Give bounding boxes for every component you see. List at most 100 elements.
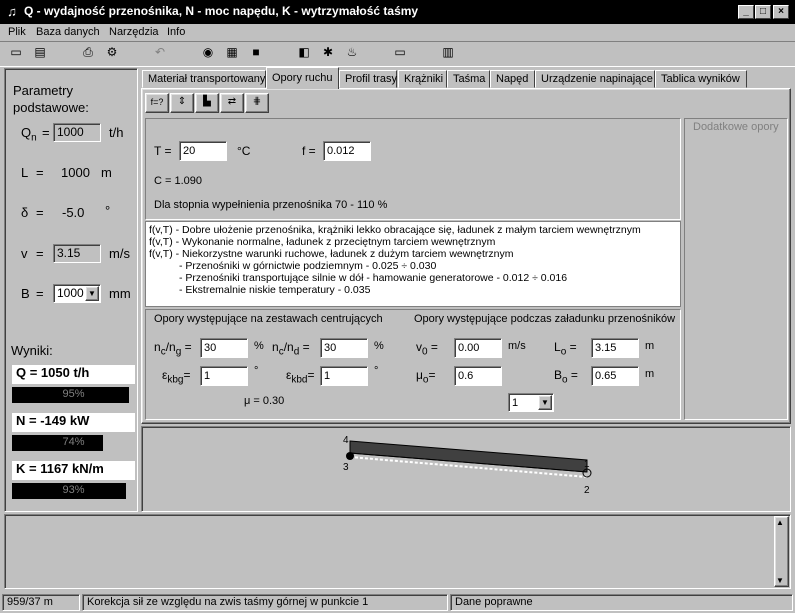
e-kbd-unit: °: [374, 365, 379, 377]
Lo-input[interactable]: 3.15: [591, 338, 639, 358]
point-2: 2: [584, 485, 590, 496]
close-button[interactable]: ×: [773, 5, 789, 19]
v-symbol: v: [21, 246, 28, 261]
status-state: Dane poprawne: [450, 594, 793, 611]
open-folder-icon[interactable]: ▭: [4, 44, 28, 65]
e-kbg-input[interactable]: 1: [200, 366, 248, 386]
list-item[interactable]: f(v,T) - Wykonanie normalne, ładunek z p…: [149, 236, 677, 248]
tools-icon[interactable]: ✱: [316, 44, 340, 65]
app-icon[interactable]: ♫: [4, 4, 20, 20]
f-label: f =: [302, 144, 316, 158]
Lo-label: Lo =: [554, 340, 577, 358]
v-input[interactable]: 3.15: [53, 244, 101, 263]
menu-plik[interactable]: Plik: [8, 26, 26, 38]
conveyor-drawing: 4 3 1 2: [343, 435, 592, 496]
database-icon[interactable]: ◉: [196, 44, 220, 65]
report-icon[interactable]: ▥: [436, 44, 460, 65]
L-unit: m: [101, 165, 112, 180]
undo-icon[interactable]: ↶: [148, 44, 172, 65]
nc-ng-unit: %: [254, 340, 264, 352]
image-icon[interactable]: ◧: [292, 44, 316, 65]
scroll-up-icon[interactable]: ▲: [776, 518, 784, 527]
e-kbd-input[interactable]: 1: [320, 366, 368, 386]
tab-naped[interactable]: Napęd: [490, 70, 535, 88]
menu-baza-danych[interactable]: Baza danych: [36, 26, 100, 38]
nc-nd-input[interactable]: 30: [320, 338, 368, 358]
v-unit: m/s: [109, 246, 130, 261]
delta-value: -5.0: [62, 205, 85, 220]
L-equals: =: [36, 165, 44, 180]
belt-top: [349, 440, 588, 473]
nc-nd-unit: %: [374, 340, 384, 352]
tab-krazniki[interactable]: Krążniki: [398, 70, 447, 88]
chart-icon[interactable]: ♨: [340, 44, 364, 65]
nc-ng-input[interactable]: 30: [200, 338, 248, 358]
v0-unit: m/s: [508, 340, 526, 352]
toolbar: ▭ ▤ ⎙ ⚙ ↶ ◉ ▦ ■ ◧ ✱ ♨ ▭ ▥: [0, 41, 795, 67]
maximize-button[interactable]: □: [755, 5, 771, 19]
v0-input[interactable]: 0.00: [454, 338, 502, 358]
result-q: Q = 1050 t/h: [12, 365, 135, 384]
card-icon[interactable]: ▭: [388, 44, 412, 65]
mu0-input[interactable]: 0.6: [454, 366, 502, 386]
notes-scrollbar[interactable]: ▲ ▼: [774, 516, 789, 587]
point-4: 4: [343, 435, 349, 446]
tab-material[interactable]: Materiał transportowany: [142, 70, 266, 88]
centering-heading: Opory występujące na zestawach centrując…: [154, 313, 383, 325]
camera-icon[interactable]: ■: [244, 44, 268, 65]
calculator-icon[interactable]: ▦: [220, 44, 244, 65]
list-item[interactable]: - Przenośniki transportujące silnie w dó…: [149, 272, 677, 284]
notes-area[interactable]: ▲ ▼: [4, 514, 791, 589]
menu-bar: Plik Baza danych Narzędzia Info: [0, 24, 795, 41]
title-bar[interactable]: ♫ Q - wydajność przenośnika, N - moc nap…: [0, 0, 795, 24]
conditions-listbox[interactable]: f(v,T) - Dobre ułożenie przenośnika, krą…: [145, 221, 681, 307]
belt-icon[interactable]: ⋕: [245, 93, 269, 113]
list-item[interactable]: - Przenośniki w górnictwie podziemnym - …: [149, 260, 677, 272]
tab-panel-opory: f=? ⇕ ▙ ⇄ ⋕ T = 20 °C f = 0.012 C = 1.09…: [141, 88, 791, 424]
window-title: Q - wydajność przenośnika, N - moc napęd…: [24, 4, 419, 18]
arrows-icon[interactable]: ⇄: [220, 93, 244, 113]
scroll-down-icon[interactable]: ▼: [776, 576, 784, 585]
fill-degree-text: Dla stopnia wypełnienia przenośnika 70 -…: [154, 199, 388, 211]
B-select[interactable]: 1000 ▼: [53, 284, 101, 303]
result-n-pct: 74%: [62, 436, 85, 448]
minimize-button[interactable]: _: [738, 5, 754, 19]
f-input[interactable]: 0.012: [323, 141, 371, 161]
tab-profil-trasy[interactable]: Profil trasy: [339, 70, 397, 88]
qn-unit: t/h: [109, 125, 124, 140]
menu-info[interactable]: Info: [167, 26, 185, 38]
Bo-input[interactable]: 0.65: [591, 366, 639, 386]
B-select-value: 1000: [57, 286, 84, 300]
tab-urzadzenie[interactable]: Urządzenie napinające: [535, 70, 655, 88]
count-select[interactable]: 1 ▼: [508, 393, 554, 412]
settings-icon[interactable]: ⚙: [100, 44, 124, 65]
T-unit: °C: [237, 144, 251, 158]
tab-tasma[interactable]: Taśma: [447, 70, 490, 88]
list-item[interactable]: - Ekstremalnie niskie temperatury - 0.03…: [149, 284, 677, 296]
save-icon[interactable]: ▤: [28, 44, 52, 65]
rollers-icon[interactable]: ⇕: [170, 93, 194, 113]
tab-tablica[interactable]: Tablica wyników: [655, 70, 747, 88]
chevron-down-icon[interactable]: ▼: [85, 286, 99, 301]
list-item[interactable]: f(v,T) - Niekorzystne warunki ruchowe, ł…: [149, 248, 677, 260]
centering-loading-group: Opory występujące na zestawach centrując…: [145, 309, 681, 420]
print-icon[interactable]: ⎙: [76, 44, 100, 65]
menu-narzedzia[interactable]: Narzędzia: [109, 26, 159, 38]
qn-symbol: Qn: [21, 125, 37, 144]
f-calc-button[interactable]: f=?: [145, 93, 169, 113]
chevron-down-icon[interactable]: ▼: [538, 395, 552, 410]
result-k-pct: 93%: [62, 484, 85, 496]
T-label: T =: [154, 144, 172, 158]
mu0-label: μo=: [416, 368, 436, 386]
qn-input[interactable]: 1000: [53, 123, 101, 142]
result-n-bar: 74%: [12, 435, 135, 451]
result-n: N = -149 kW: [12, 413, 135, 432]
v0-label: v0 =: [416, 340, 438, 358]
T-input[interactable]: 20: [179, 141, 227, 161]
tab-opory-ruchu[interactable]: Opory ruchu: [266, 67, 339, 89]
loading-icon[interactable]: ▙: [195, 93, 219, 113]
list-item[interactable]: f(v,T) - Dobre ułożenie przenośnika, krą…: [149, 224, 677, 236]
status-message: Korekcja sił ze względu na zwis taśmy gó…: [82, 594, 448, 611]
drive-pulley: [346, 452, 354, 460]
result-k: K = 1167 kN/m: [12, 461, 135, 480]
